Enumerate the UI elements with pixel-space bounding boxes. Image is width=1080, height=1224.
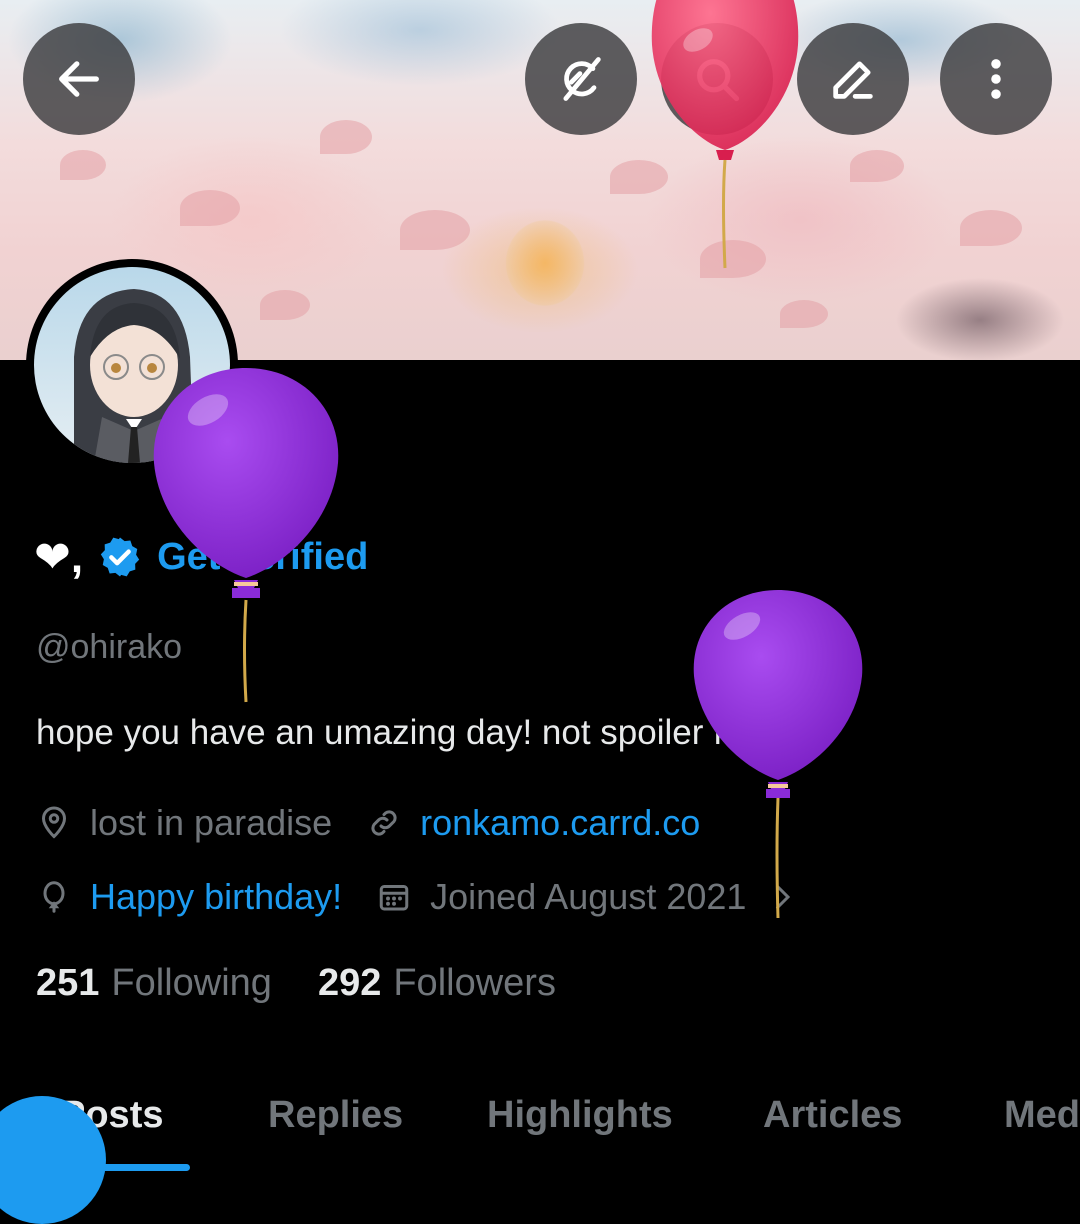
grok-icon: [563, 57, 601, 101]
avatar-image: [34, 267, 230, 463]
followers-link[interactable]: 292 Followers: [318, 962, 556, 1005]
tab-replies[interactable]: Replies: [268, 1094, 403, 1137]
edit-button[interactable]: [797, 23, 909, 135]
balloon-icon: [43, 881, 65, 913]
bio: hope you have an umazing day! not spoile…: [36, 713, 774, 752]
verified-badge-icon[interactable]: [97, 534, 143, 580]
display-name-row: ❤, Get Verified: [34, 527, 368, 587]
birthday-link[interactable]: Happy birthday!: [90, 876, 342, 918]
tab-highlights[interactable]: Highlights: [487, 1094, 673, 1137]
location-icon: [41, 806, 67, 839]
profile-meta-row-2: Happy birthday! Joined August 2021: [36, 876, 834, 918]
avatar[interactable]: [26, 259, 238, 471]
grok-button[interactable]: [525, 23, 637, 135]
followers-label: Followers: [393, 962, 556, 1004]
banner-figure: [490, 215, 600, 335]
following-link[interactable]: 251 Following: [36, 962, 272, 1005]
followers-count: 292: [317, 962, 382, 1004]
handle: @ohirako: [36, 628, 183, 666]
balloon-purple-icon: [693, 590, 863, 919]
arrow-left-icon: [59, 61, 99, 97]
chevron-right-icon: [776, 885, 791, 909]
profile-meta-row-1: lost in paradise ronkamo.carrd.co: [36, 802, 734, 844]
link-icon: [371, 810, 397, 836]
following-label: Following: [111, 962, 272, 1004]
more-button[interactable]: [940, 23, 1052, 135]
back-button[interactable]: [23, 23, 135, 135]
joined-text: Joined August 2021: [430, 876, 747, 917]
search-button[interactable]: [661, 23, 773, 135]
website-link[interactable]: ronkamo.carrd.co: [420, 802, 700, 844]
display-name: ❤,: [34, 532, 84, 582]
pencil-icon: [833, 61, 873, 99]
follow-stats: 251 Following 292 Followers: [36, 962, 602, 1005]
joined-item[interactable]: Joined August 2021: [376, 876, 800, 918]
search-icon: [697, 59, 740, 102]
tab-articles[interactable]: Articles: [763, 1094, 902, 1137]
profile-tabs: Posts Replies Highlights Articles Media: [0, 1088, 1080, 1171]
tab-media[interactable]: Media: [1004, 1094, 1080, 1137]
following-count: 251: [36, 962, 100, 1004]
more-vertical-icon: [991, 59, 1001, 99]
get-verified-link[interactable]: Get Verified: [157, 536, 368, 579]
calendar-icon: [379, 885, 409, 911]
location-text: lost in paradise: [90, 802, 333, 843]
